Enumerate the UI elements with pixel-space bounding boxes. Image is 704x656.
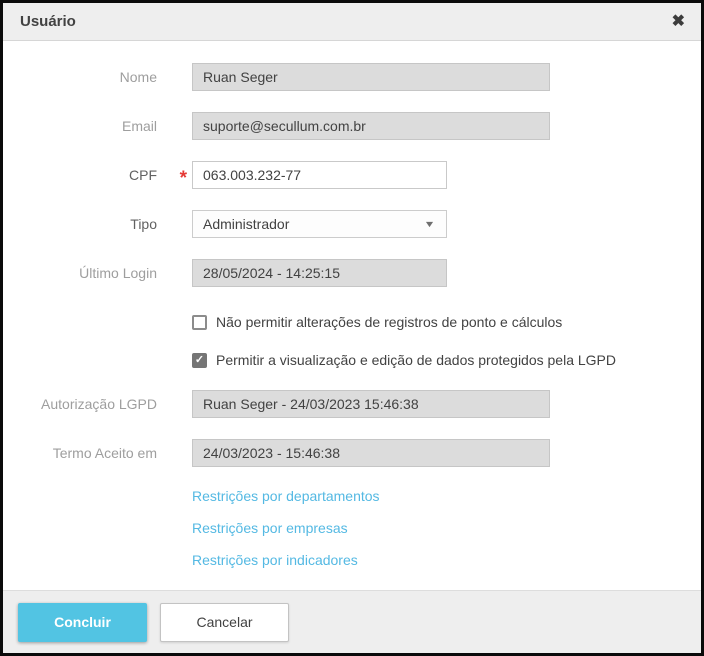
permitir-lgpd-checkbox[interactable]: ✓ xyxy=(192,353,207,368)
ultimo-login-label: Último Login xyxy=(3,259,157,287)
row-ultimo-login: Último Login xyxy=(3,259,701,287)
row-tipo: Tipo Administrador ▼ xyxy=(3,210,701,238)
row-cpf: CPF * xyxy=(3,161,701,189)
row-email: Email xyxy=(3,112,701,140)
termo-aceito-label: Termo Aceito em xyxy=(3,439,157,467)
cpf-label: CPF xyxy=(3,161,157,189)
checkbox-row-lgpd: ✓ Permitir a visualização e edição de da… xyxy=(192,352,701,368)
dialog-footer: Concluir Cancelar xyxy=(3,590,701,653)
link-row: Restrições por departamentos xyxy=(192,488,701,506)
dialog-header: Usuário ✖ xyxy=(3,3,701,41)
link-row: Restrições por empresas xyxy=(192,520,701,538)
row-termo-aceito: Termo Aceito em xyxy=(3,439,701,467)
cancelar-button[interactable]: Cancelar xyxy=(160,603,289,642)
required-asterisk: * xyxy=(157,174,192,184)
cpf-field[interactable] xyxy=(192,161,447,189)
check-icon: ✓ xyxy=(195,355,204,366)
nome-label: Nome xyxy=(3,63,157,91)
concluir-button[interactable]: Concluir xyxy=(18,603,147,642)
dialog-title: Usuário xyxy=(20,13,76,30)
email-field xyxy=(192,112,550,140)
row-nome: Nome xyxy=(3,63,701,91)
row-autorizacao-lgpd: Autorização LGPD xyxy=(3,390,701,418)
termo-aceito-field xyxy=(192,439,550,467)
dialog-body: Nome Email CPF * Tipo Administrador ▼ Úl… xyxy=(3,41,701,590)
tipo-label: Tipo xyxy=(3,210,157,238)
close-icon[interactable]: ✖ xyxy=(672,14,685,30)
autorizacao-lgpd-label: Autorização LGPD xyxy=(3,390,157,418)
tipo-select[interactable]: Administrador ▼ xyxy=(192,210,447,238)
restricoes-indicadores-link[interactable]: Restrições por indicadores xyxy=(192,552,358,568)
chevron-down-icon: ▼ xyxy=(424,219,436,229)
checkbox-row-registros: Não permitir alterações de registros de … xyxy=(192,314,701,330)
restricoes-empresas-link[interactable]: Restrições por empresas xyxy=(192,520,348,536)
email-label: Email xyxy=(3,112,157,140)
checkbox-label: Não permitir alterações de registros de … xyxy=(216,314,562,330)
checkbox-label: Permitir a visualização e edição de dado… xyxy=(216,352,616,368)
autorizacao-lgpd-field xyxy=(192,390,550,418)
nome-field xyxy=(192,63,550,91)
tipo-selected-value: Administrador xyxy=(203,216,289,232)
link-row: Restrições por indicadores xyxy=(192,552,701,570)
ultimo-login-field xyxy=(192,259,447,287)
user-dialog: Usuário ✖ Nome Email CPF * Tipo Administ… xyxy=(0,0,704,656)
restricoes-departamentos-link[interactable]: Restrições por departamentos xyxy=(192,488,380,504)
nao-permitir-alteracoes-checkbox[interactable] xyxy=(192,315,207,330)
